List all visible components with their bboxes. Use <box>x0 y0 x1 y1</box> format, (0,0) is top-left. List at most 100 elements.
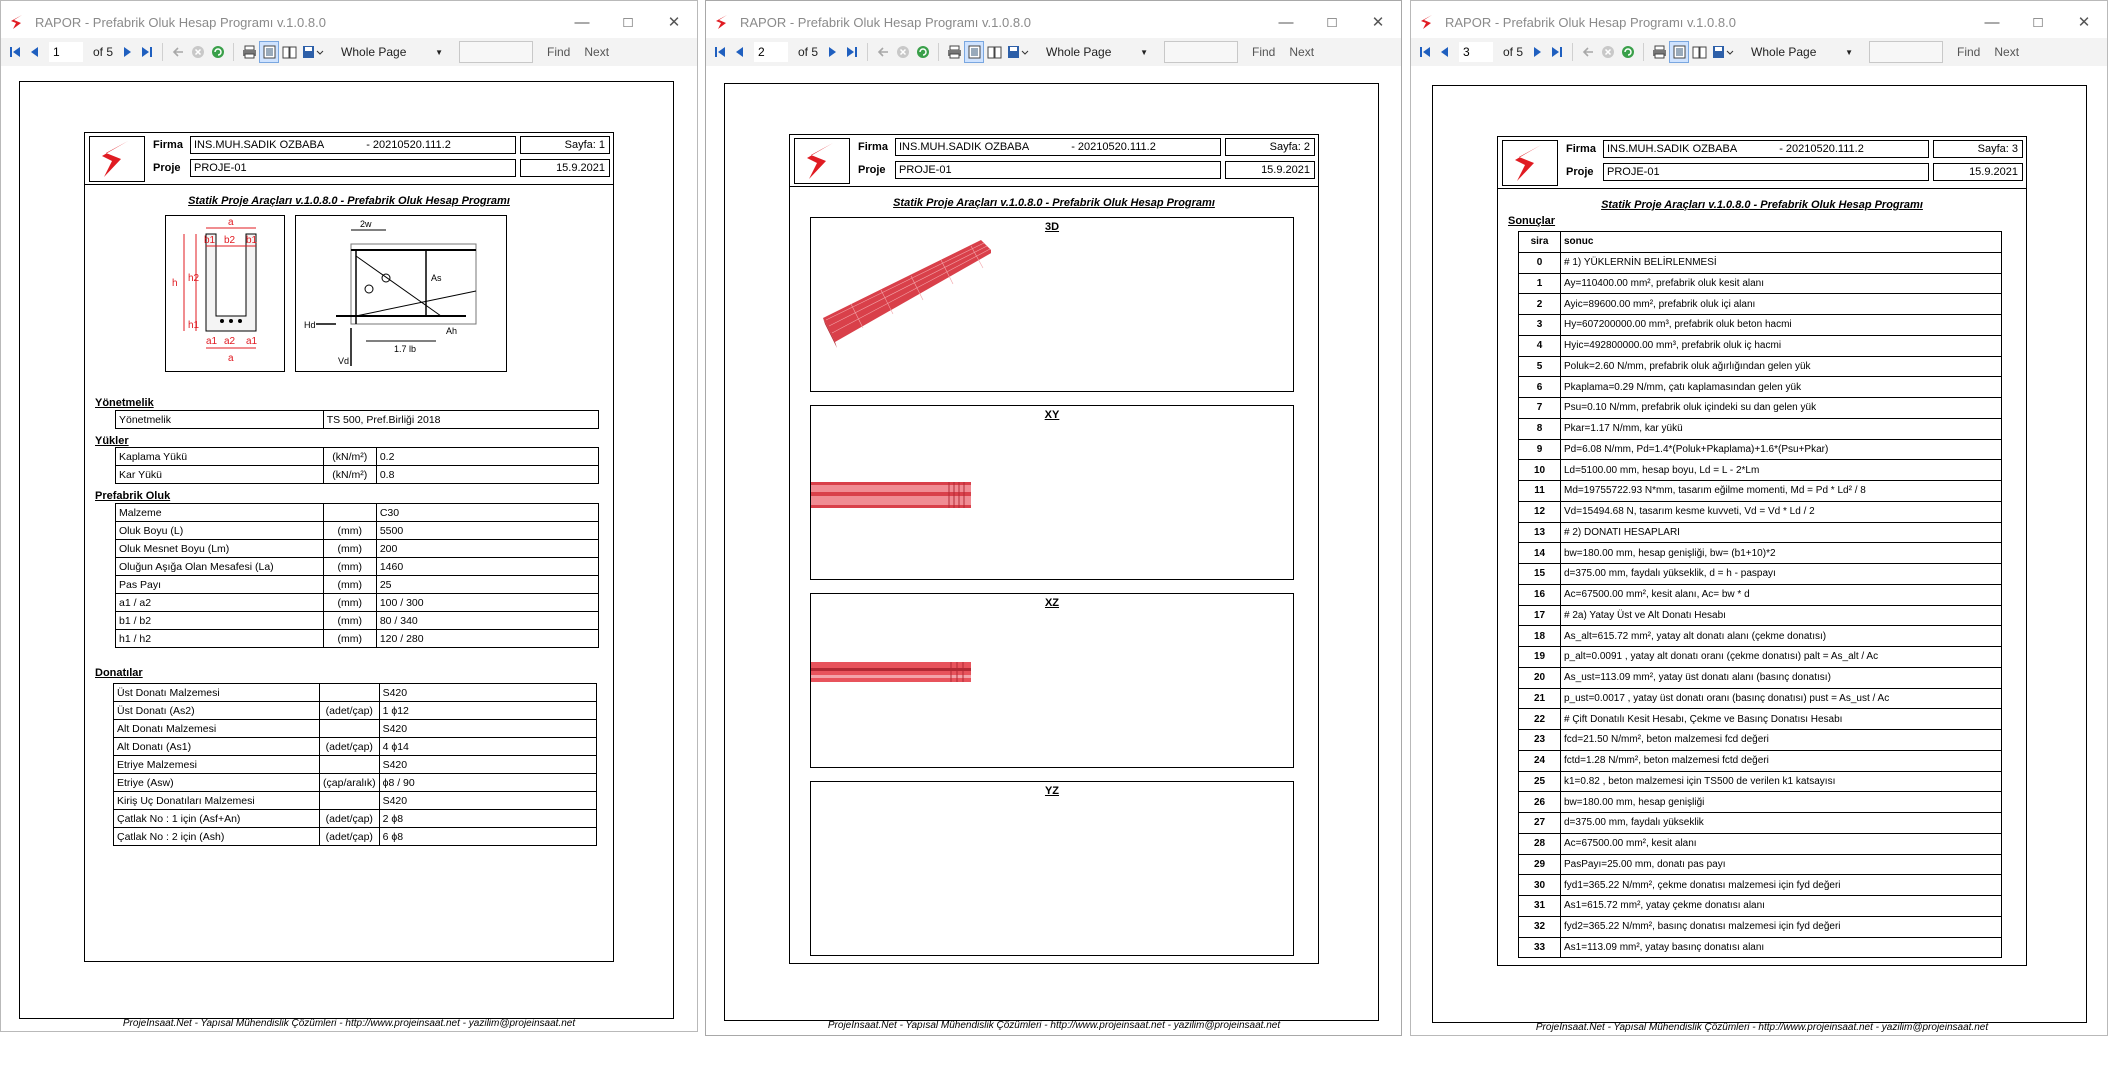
page-layout-button[interactable] <box>259 41 280 63</box>
report-viewer[interactable]: Firma Proje INS.MUH.SADIK OZBABA - 202105… <box>706 66 1401 1035</box>
zoom-select[interactable]: Whole Page ▼ <box>337 42 447 62</box>
minimize-button[interactable]: — <box>1263 1 1309 43</box>
minimize-button[interactable]: — <box>559 1 605 43</box>
table-row: Üst Donatı Malzemesi S420 <box>112 683 598 702</box>
next-find-button[interactable]: Next <box>584 45 609 59</box>
back-button[interactable] <box>1578 41 1598 63</box>
table-row: Alt Donatı (As1) (adet/çap) 4 ϕ14 <box>112 737 598 756</box>
close-button[interactable]: ✕ <box>2061 1 2107 43</box>
last-page-button[interactable] <box>842 41 862 63</box>
find-input[interactable] <box>459 41 534 63</box>
zoom-select[interactable]: Whole Page ▼ <box>1747 42 1857 62</box>
back-arrow-icon <box>1582 47 1594 57</box>
stop-button[interactable] <box>893 41 913 63</box>
refresh-button[interactable] <box>208 41 228 63</box>
export-button[interactable] <box>299 41 327 63</box>
table-cell: (mm) <box>322 629 377 648</box>
print-button[interactable] <box>1649 41 1669 63</box>
table-cell: (adet/çap) <box>319 827 380 846</box>
table-row: 4 Hyic=492800000.00 mm³, prefabrik oluk i… <box>1518 334 2002 357</box>
first-page-button[interactable] <box>5 41 25 63</box>
current-page-input[interactable] <box>754 42 788 62</box>
maximize-button[interactable]: □ <box>605 1 651 43</box>
table-cell <box>322 503 377 522</box>
page-setup-button[interactable] <box>1689 41 1709 63</box>
section-title-yukler: Yükler <box>95 435 129 447</box>
next-page-button[interactable] <box>117 41 137 63</box>
next-find-button[interactable]: Next <box>1994 45 2019 59</box>
maximize-button[interactable]: □ <box>2015 1 2061 43</box>
table-row: Oluk Boyu (L) (mm) 5500 <box>115 521 600 540</box>
refresh-button[interactable] <box>913 41 933 63</box>
table-cell: 4 ϕ14 <box>378 737 598 756</box>
sira-cell: 0 <box>1518 251 1561 274</box>
minimize-button[interactable]: — <box>1969 1 2015 43</box>
next-find-button[interactable]: Next <box>1289 45 1314 59</box>
last-page-button[interactable] <box>1547 41 1567 63</box>
table-row: 11 Md=19755722.93 N*mm, tasarım eğilme mo… <box>1518 480 2002 502</box>
gutter-xz-render <box>811 662 971 682</box>
print-button[interactable] <box>239 41 259 63</box>
sira-cell: 16 <box>1518 583 1561 606</box>
sira-cell: 29 <box>1518 853 1561 876</box>
previous-page-button[interactable] <box>25 41 45 63</box>
last-page-icon <box>142 47 153 57</box>
firma-value: INS.MUH.SADIK OZBABA <box>194 139 325 151</box>
dim-label-b1-right: b1 <box>246 235 258 246</box>
stop-button[interactable] <box>1598 41 1618 63</box>
table-cell: ϕ8 / 90 <box>378 773 598 792</box>
next-page-button[interactable] <box>822 41 842 63</box>
find-button[interactable]: Find <box>547 45 570 59</box>
page-layout-button[interactable] <box>1669 41 1690 63</box>
next-page-button[interactable] <box>1527 41 1547 63</box>
sonuc-cell: bw=180.00 mm, hesap genişliği, bw= (b1+1… <box>1560 542 2002 564</box>
close-button[interactable]: ✕ <box>1355 1 1401 43</box>
table-row: 17 # 2a) Yatay Üst ve Alt Donatı Hesabı <box>1518 604 2002 627</box>
refresh-icon <box>1622 46 1635 58</box>
page-layout-icon <box>968 45 981 59</box>
previous-page-button[interactable] <box>1435 41 1455 63</box>
table-row: 33 As1=113.09 mm², yatay basınç donatısı … <box>1518 936 2002 959</box>
page-layout-button[interactable] <box>964 41 985 63</box>
first-page-button[interactable] <box>1415 41 1435 63</box>
stop-button[interactable] <box>188 41 208 63</box>
find-input[interactable] <box>1164 41 1239 63</box>
current-page-input[interactable] <box>1459 42 1493 62</box>
find-input[interactable] <box>1869 41 1944 63</box>
page-setup-button[interactable] <box>984 41 1004 63</box>
export-button[interactable] <box>1709 41 1737 63</box>
table-row: 19 p_alt=0.0091 , yatay alt donatı oranı … <box>1518 646 2002 668</box>
dim-label-a1-right: a1 <box>246 336 258 347</box>
page-setup-button[interactable] <box>279 41 299 63</box>
table-row: b1 / b2 (mm) 80 / 340 <box>115 611 600 630</box>
refresh-button[interactable] <box>1618 41 1638 63</box>
report-viewer[interactable]: Firma Proje INS.MUH.SADIK OZBABA - 202105… <box>1 66 697 1031</box>
next-page-icon <box>124 47 132 57</box>
firma-code: - 20210520.111.2 <box>1779 143 1864 155</box>
table-cell: Oluk Boyu (L) <box>115 521 324 540</box>
sira-cell: 27 <box>1518 812 1561 834</box>
find-button[interactable]: Find <box>1252 45 1275 59</box>
back-button[interactable] <box>873 41 893 63</box>
firma-field: INS.MUH.SADIK OZBABA - 20210520.111.2 <box>190 136 516 154</box>
last-page-button[interactable] <box>137 41 157 63</box>
report-page: Firma Proje INS.MUH.SADIK OZBABA - 202105… <box>1432 85 2087 1033</box>
find-button[interactable]: Find <box>1957 45 1980 59</box>
previous-page-button[interactable] <box>730 41 750 63</box>
toolbar-separator <box>233 43 235 61</box>
print-button[interactable] <box>944 41 964 63</box>
last-page-icon <box>1552 47 1563 57</box>
back-button[interactable] <box>168 41 188 63</box>
maximize-button[interactable]: □ <box>1309 1 1355 43</box>
table-cell: Çatlak No : 2 için (Ash) <box>112 827 321 846</box>
current-page-input[interactable] <box>49 42 83 62</box>
sira-cell: 20 <box>1518 666 1561 689</box>
table-cell: 1 ϕ12 <box>378 701 598 720</box>
first-page-button[interactable] <box>710 41 730 63</box>
sira-cell: 10 <box>1518 459 1561 481</box>
zoom-select[interactable]: Whole Page ▼ <box>1042 42 1152 62</box>
export-button[interactable] <box>1004 41 1032 63</box>
view-label-3d: 3D <box>1044 221 1060 233</box>
close-button[interactable]: ✕ <box>651 1 697 43</box>
report-viewer[interactable]: Firma Proje INS.MUH.SADIK OZBABA - 202105… <box>1411 66 2107 1035</box>
